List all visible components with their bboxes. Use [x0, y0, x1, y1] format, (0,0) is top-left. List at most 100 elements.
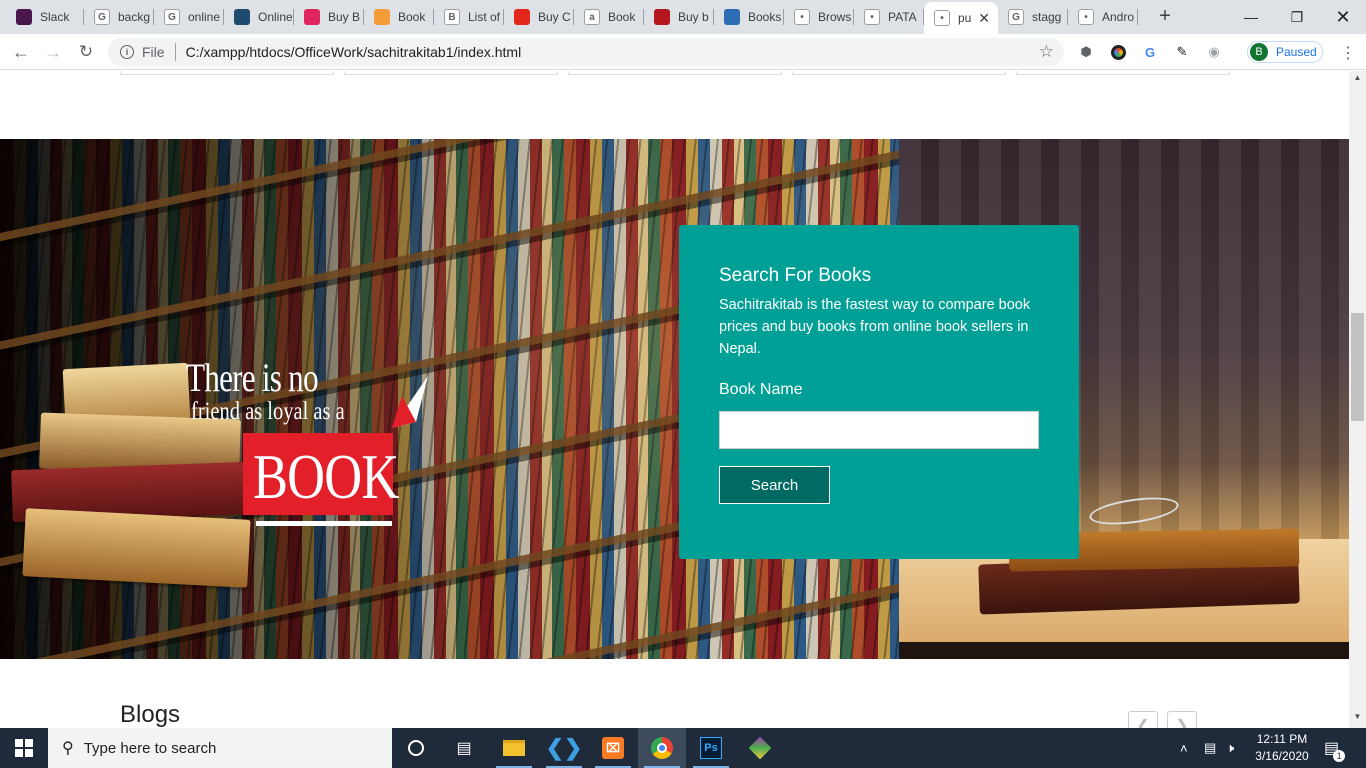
browser-tab-title: Book — [398, 10, 426, 24]
close-window-button[interactable]: ✕ — [1320, 0, 1366, 34]
browser-tab-title: backg — [118, 10, 151, 24]
taskbar-search-box[interactable]: ⚲ Type here to search — [48, 728, 392, 768]
search-button[interactable]: Search — [719, 466, 830, 504]
new-tab-button[interactable]: + — [1154, 6, 1176, 28]
browser-tab-title: Andro — [1102, 10, 1135, 24]
browser-tab[interactable]: Gonline — [154, 0, 224, 34]
browser-tab[interactable]: a Book — [574, 0, 644, 34]
browser-menu-icon[interactable]: ⋮ — [1340, 43, 1356, 63]
app-icon — [724, 9, 740, 25]
browser-tab-title: Book — [608, 10, 636, 24]
pen-icon[interactable]: ✎ — [1173, 43, 1191, 61]
winrar-icon[interactable] — [736, 728, 784, 768]
book-icon — [654, 9, 670, 25]
page-viewport: There is no friend as loyal as a BOOK Se… — [0, 71, 1349, 728]
address-bar[interactable]: i File C:/xampp/htdocs/OfficeWork/sachit… — [108, 38, 1064, 66]
volume-icon[interactable]: 🕨 — [1226, 728, 1234, 768]
notification-center-icon[interactable]: ▤ 1 — [1324, 728, 1346, 768]
browser-tab-title: online — [188, 10, 221, 24]
restore-button[interactable]: ❐ — [1274, 0, 1320, 34]
quote-line-2: friend as loyal as a — [191, 398, 345, 425]
category-card[interactable] — [120, 71, 334, 75]
browser-tab-title: Buy B — [328, 10, 361, 24]
quote-line-3: BOOK — [253, 441, 399, 512]
browser-tab[interactable]: • Brows — [784, 0, 854, 34]
forward-icon[interactable]: → — [40, 39, 66, 65]
browser-tab[interactable]: Buy B — [294, 0, 364, 34]
browser-tab-title: Brows — [818, 10, 852, 24]
app-icon — [234, 9, 250, 25]
scroll-down-icon[interactable]: ▼ — [1349, 712, 1366, 726]
browser-tab[interactable]: • PATA — [854, 0, 924, 34]
google-icon: G — [94, 9, 110, 25]
clock-date: 3/16/2020 — [1255, 749, 1309, 763]
scroll-thumb[interactable] — [1351, 313, 1364, 421]
extension-cube-icon[interactable]: ⬢ — [1077, 43, 1095, 61]
reload-icon[interactable]: ↻ — [73, 39, 99, 65]
network-icon[interactable]: ▤ — [1204, 728, 1216, 768]
check-icon: • — [794, 9, 810, 25]
cortana-icon[interactable] — [392, 728, 440, 768]
minimize-button[interactable]: — — [1228, 0, 1274, 34]
profile-button[interactable]: B Paused — [1247, 41, 1323, 63]
category-card[interactable] — [792, 71, 1006, 75]
blogs-heading: Blogs — [120, 701, 181, 728]
chrome-icon[interactable] — [638, 728, 686, 768]
url-text[interactable]: C:/xampp/htdocs/OfficeWork/sachitrakitab… — [186, 44, 522, 60]
back-icon[interactable]: ← — [8, 39, 34, 65]
search-card-title: Search For Books — [719, 265, 872, 286]
browser-tab-title: Books — [748, 10, 782, 24]
scroll-up-icon[interactable]: ▲ — [1349, 73, 1366, 87]
browser-tab[interactable]: • Andro — [1068, 0, 1138, 34]
browser-tab-title: Online — [258, 10, 293, 24]
page-scrollbar[interactable]: ▲ ▼ — [1349, 71, 1366, 728]
file-explorer-icon[interactable] — [490, 728, 538, 768]
browser-tab-title: PATA — [888, 10, 917, 24]
browser-tab[interactable]: Buy b — [644, 0, 714, 34]
browser-tab[interactable]: Slack — [6, 0, 84, 34]
info-icon[interactable]: i — [120, 45, 134, 59]
taskbar-search-placeholder: Type here to search — [83, 739, 217, 757]
browser-tab[interactable]: Gbackg — [84, 0, 154, 34]
photoshop-icon[interactable]: Ps — [687, 728, 735, 768]
b-icon: B — [444, 9, 460, 25]
pata-icon: • — [864, 9, 880, 25]
browser-tab[interactable]: Gstagg — [998, 0, 1068, 34]
browser-tab-title: Buy b — [678, 10, 709, 24]
translate-icon[interactable]: G — [1141, 43, 1159, 61]
camera-icon[interactable]: ◉ — [1205, 43, 1223, 61]
extension-color-icon[interactable] — [1109, 43, 1127, 61]
category-card[interactable] — [344, 71, 558, 75]
category-card[interactable] — [1016, 71, 1230, 75]
scheme-label: File — [142, 44, 165, 60]
paper-plane-icon — [392, 376, 428, 428]
bookmark-star-icon[interactable]: ☆ — [1039, 42, 1054, 62]
browser-tab-title: List of — [468, 10, 501, 24]
search-card-description: Sachitrakitab is the fastest way to comp… — [719, 297, 1031, 357]
browser-tab[interactable]: Buy C — [504, 0, 574, 34]
taskbar-clock[interactable]: 12:11 PM 3/16/2020 — [1244, 731, 1320, 765]
task-view-icon[interactable]: ▤ — [440, 728, 488, 768]
browser-tab-title: pu — [958, 11, 972, 25]
windows-start-icon[interactable] — [0, 728, 48, 768]
google-icon: G — [164, 9, 180, 25]
book-name-label: Book Name — [719, 381, 803, 398]
browser-tab[interactable]: Book — [364, 0, 434, 34]
browser-tab[interactable]: Online — [224, 0, 294, 34]
xampp-icon[interactable]: ⌧ — [589, 728, 637, 768]
browser-tab-title: stagg — [1032, 10, 1062, 24]
globe-icon: • — [934, 10, 950, 26]
browser-tab[interactable]: • pu ✕ — [924, 2, 998, 34]
browser-tab[interactable]: Books — [714, 0, 784, 34]
hero-banner: There is no friend as loyal as a BOOK Se… — [0, 139, 1349, 659]
google-icon: G — [1008, 9, 1024, 25]
windows-taskbar: ⚲ Type here to search ▤ ❮❯ ⌧ Ps ˄ ▤ 🕨 12… — [0, 728, 1366, 768]
close-tab-icon[interactable]: ✕ — [978, 10, 990, 27]
vscode-icon[interactable]: ❮❯ — [540, 728, 588, 768]
browser-tab[interactable]: B List of — [434, 0, 504, 34]
category-card[interactable] — [568, 71, 782, 75]
tray-chevron-icon[interactable]: ˄ — [1180, 728, 1188, 768]
blogs-next-icon[interactable]: ❯ — [1167, 711, 1197, 728]
blogs-prev-icon[interactable]: ❮ — [1128, 711, 1158, 728]
book-name-input[interactable] — [719, 411, 1039, 449]
